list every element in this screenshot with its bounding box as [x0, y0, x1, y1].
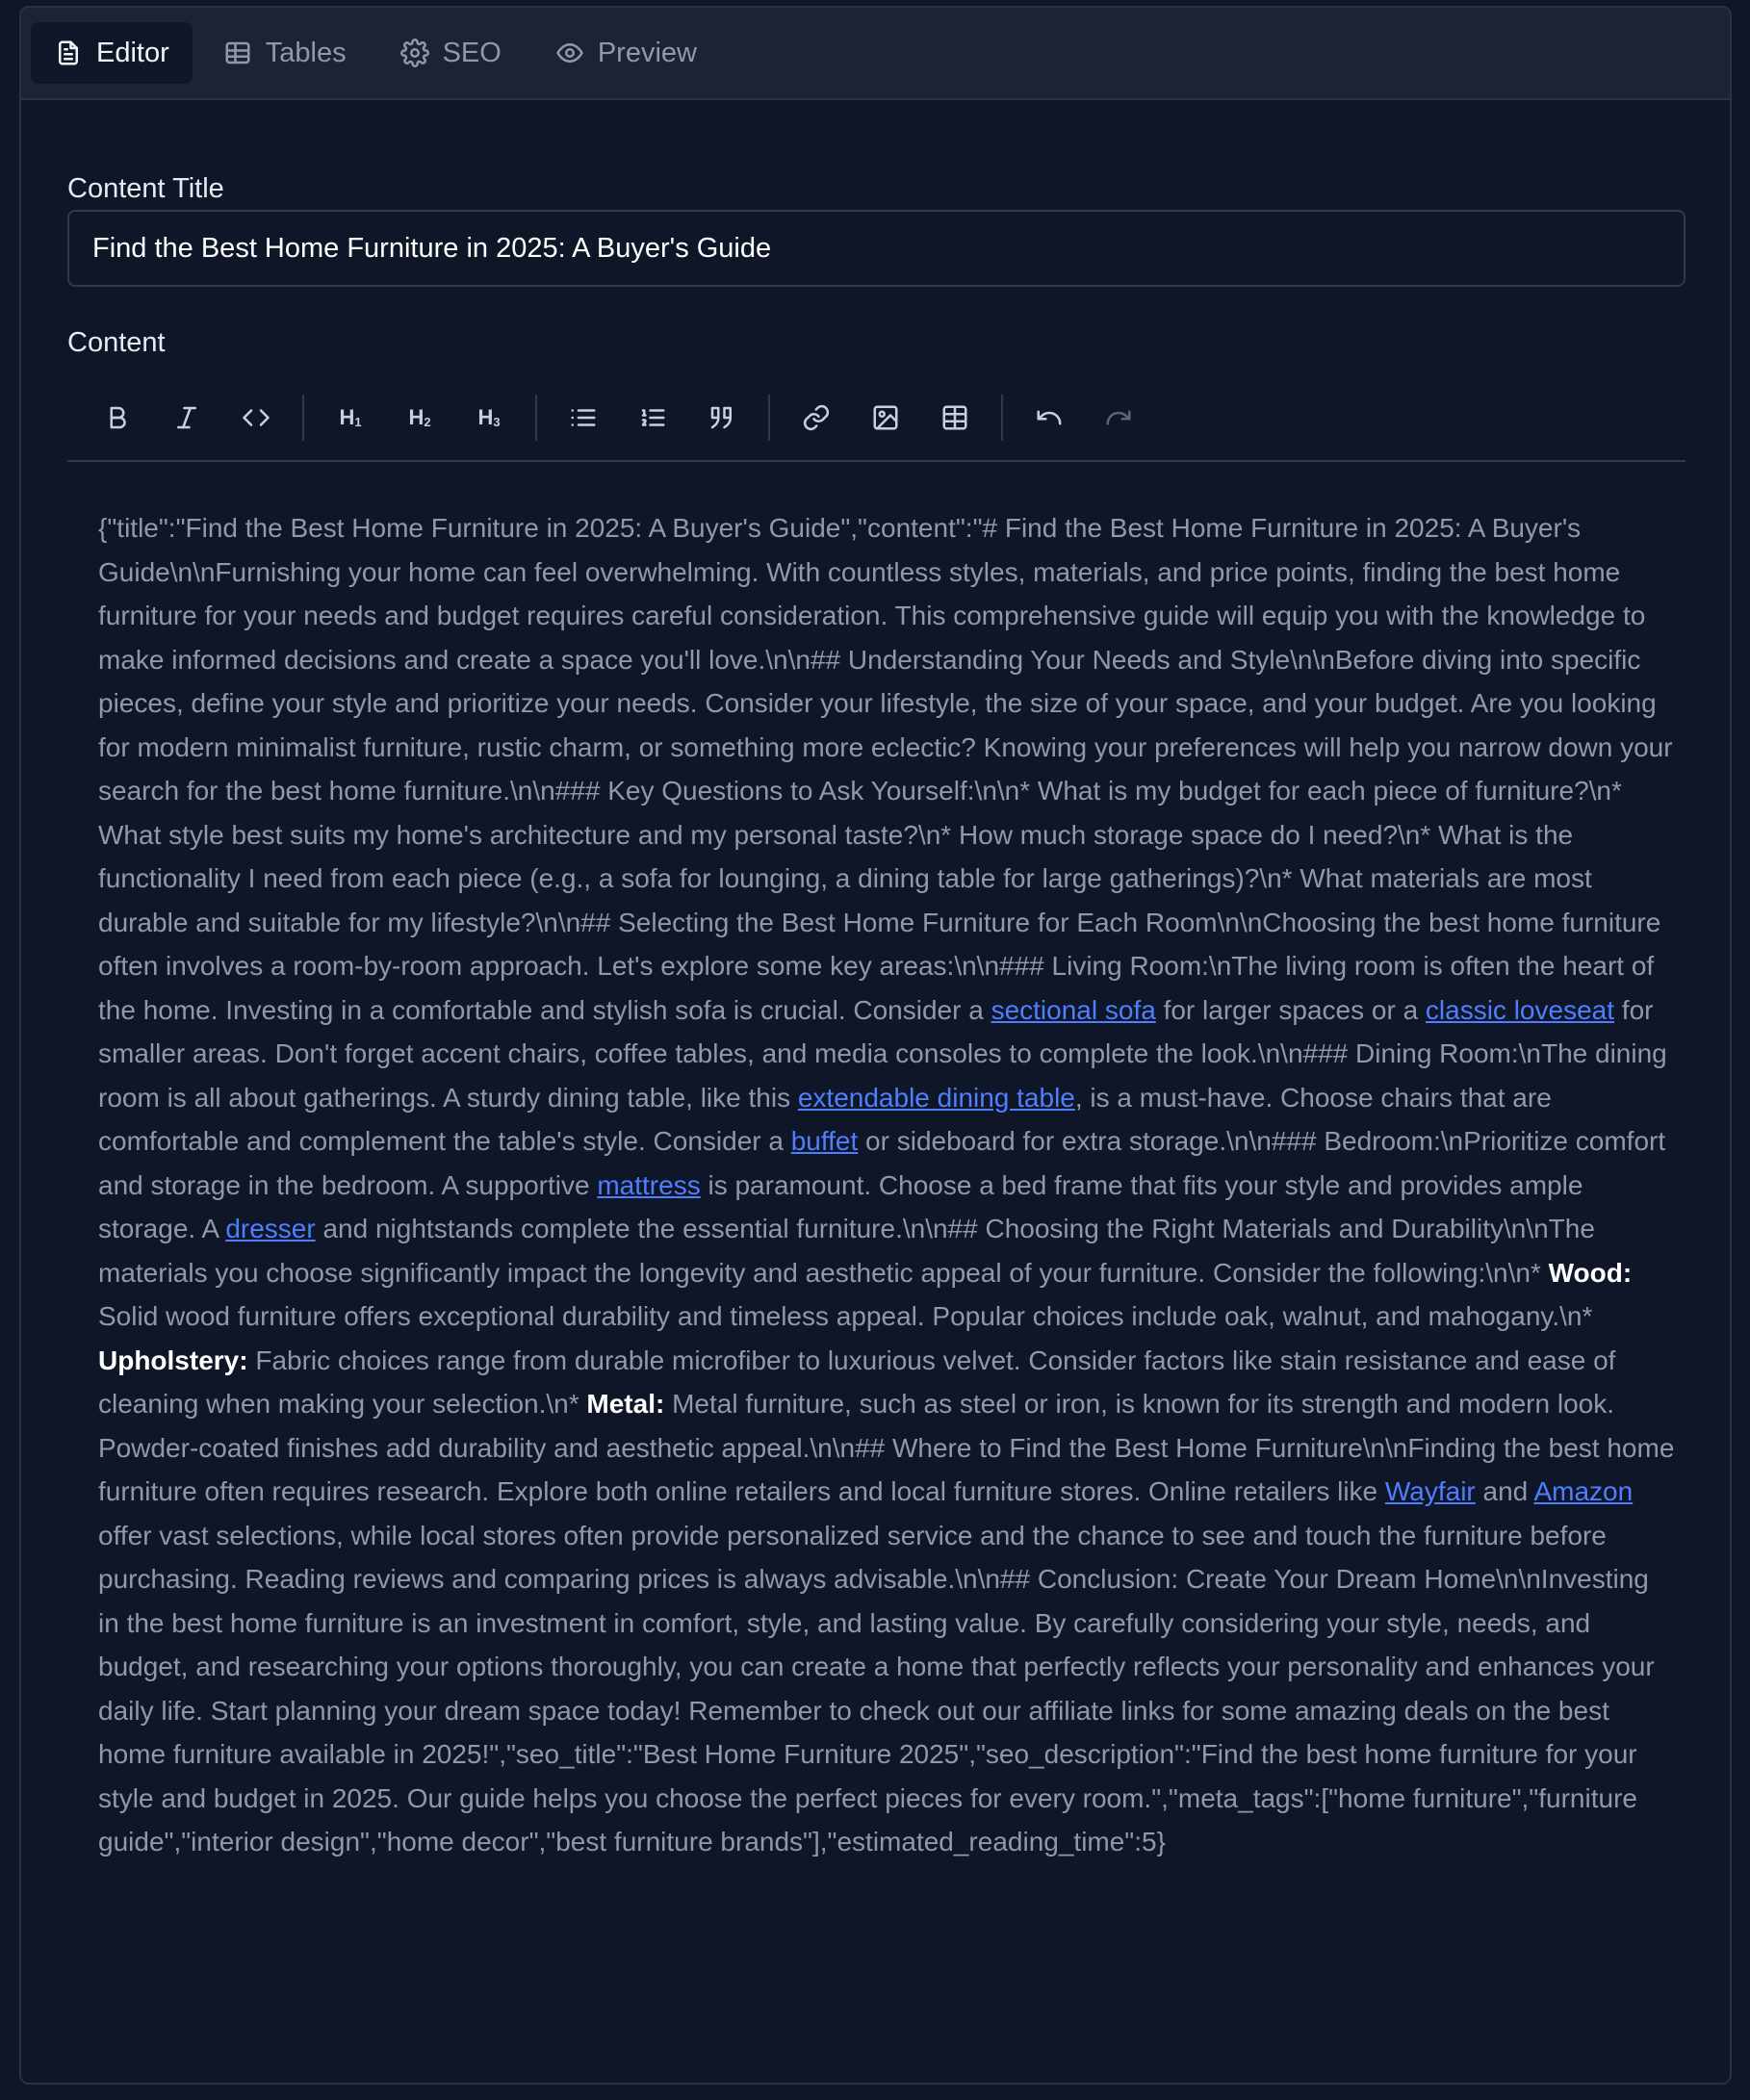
bullet-list-button[interactable]: [549, 389, 618, 447]
undo-button[interactable]: [1015, 389, 1084, 447]
content-text: {"title":"Find the Best Home Furniture i…: [98, 513, 1673, 1025]
link-wayfair[interactable]: Wayfair: [1385, 1476, 1476, 1506]
link-icon: [803, 404, 830, 431]
eye-icon: [556, 43, 583, 63]
content-text: offer vast selections, while local store…: [98, 1520, 1655, 1857]
heading-2-icon: H2: [408, 405, 431, 429]
italic-icon: [177, 406, 196, 429]
editor-toolbar: H1 H2 H3: [67, 375, 1686, 462]
toolbar-divider: [535, 395, 537, 441]
heading-3-icon: H3: [477, 405, 501, 429]
ordered-list-button[interactable]: [618, 389, 687, 447]
toolbar-divider: [302, 395, 304, 441]
bold-text-upholstery: Upholstery:: [98, 1345, 248, 1375]
bold-button[interactable]: [83, 389, 152, 447]
code-icon: [243, 409, 270, 426]
heading-3-button[interactable]: H3: [454, 389, 524, 447]
heading-1-icon: H1: [339, 405, 362, 429]
content-text: and nightstands complete the essential f…: [98, 1214, 1595, 1288]
bold-text-metal: Metal:: [586, 1389, 665, 1419]
tab-label: Editor: [96, 37, 169, 68]
gear-icon: [399, 38, 429, 67]
heading-2-button[interactable]: H2: [385, 389, 454, 447]
bullet-list-icon: [571, 409, 596, 426]
tab-label: SEO: [442, 37, 502, 68]
redo-button[interactable]: [1084, 389, 1153, 447]
italic-button[interactable]: [152, 389, 221, 447]
content-editor-body[interactable]: {"title":"Find the Best Home Furniture i…: [98, 506, 1677, 1864]
content-title-input[interactable]: [67, 210, 1686, 287]
tab-preview[interactable]: Preview: [532, 22, 720, 84]
ordered-list-icon: [641, 409, 665, 426]
table-icon: [225, 41, 250, 64]
content-text: for larger spaces or a: [1155, 994, 1426, 1025]
tab-label: Preview: [597, 37, 697, 68]
tab-tables[interactable]: Tables: [200, 22, 370, 84]
link-classic-loveseat[interactable]: classic loveseat: [1426, 995, 1614, 1025]
code-button[interactable]: [221, 389, 291, 447]
content-title-label: Content Title: [67, 173, 224, 204]
link-extendable-dining-table[interactable]: extendable dining table: [798, 1083, 1075, 1113]
editor-window: Editor Tables SEO Preview Content Title …: [19, 6, 1732, 2085]
bold-icon: [110, 406, 126, 429]
link-dresser[interactable]: dresser: [225, 1214, 315, 1243]
content-label: Content: [67, 327, 166, 358]
link-button[interactable]: [782, 389, 851, 447]
link-mattress[interactable]: mattress: [597, 1170, 700, 1200]
quote-button[interactable]: [687, 389, 757, 447]
tab-bar: Editor Tables SEO Preview: [21, 8, 1730, 100]
image-icon: [873, 405, 898, 430]
image-button[interactable]: [851, 389, 920, 447]
bold-text-wood: Wood:: [1548, 1257, 1633, 1288]
link-sectional-sofa[interactable]: sectional sofa: [991, 995, 1156, 1025]
redo-icon: [1106, 410, 1131, 425]
content-text: and: [1475, 1476, 1534, 1506]
heading-1-button[interactable]: H1: [316, 389, 385, 447]
file-text-icon: [59, 40, 78, 65]
toolbar-divider: [768, 395, 770, 441]
tab-editor[interactable]: Editor: [31, 22, 193, 84]
toolbar-divider: [1001, 395, 1003, 441]
table-button[interactable]: [920, 389, 990, 447]
tab-seo[interactable]: SEO: [377, 22, 525, 84]
content-text: Solid wood furniture offers exceptional …: [98, 1301, 1593, 1331]
link-amazon[interactable]: Amazon: [1533, 1476, 1633, 1506]
undo-icon: [1037, 410, 1062, 425]
quote-icon: [710, 406, 732, 429]
link-buffet[interactable]: buffet: [791, 1126, 859, 1156]
table-icon: [942, 405, 967, 430]
tab-label: Tables: [265, 37, 347, 68]
